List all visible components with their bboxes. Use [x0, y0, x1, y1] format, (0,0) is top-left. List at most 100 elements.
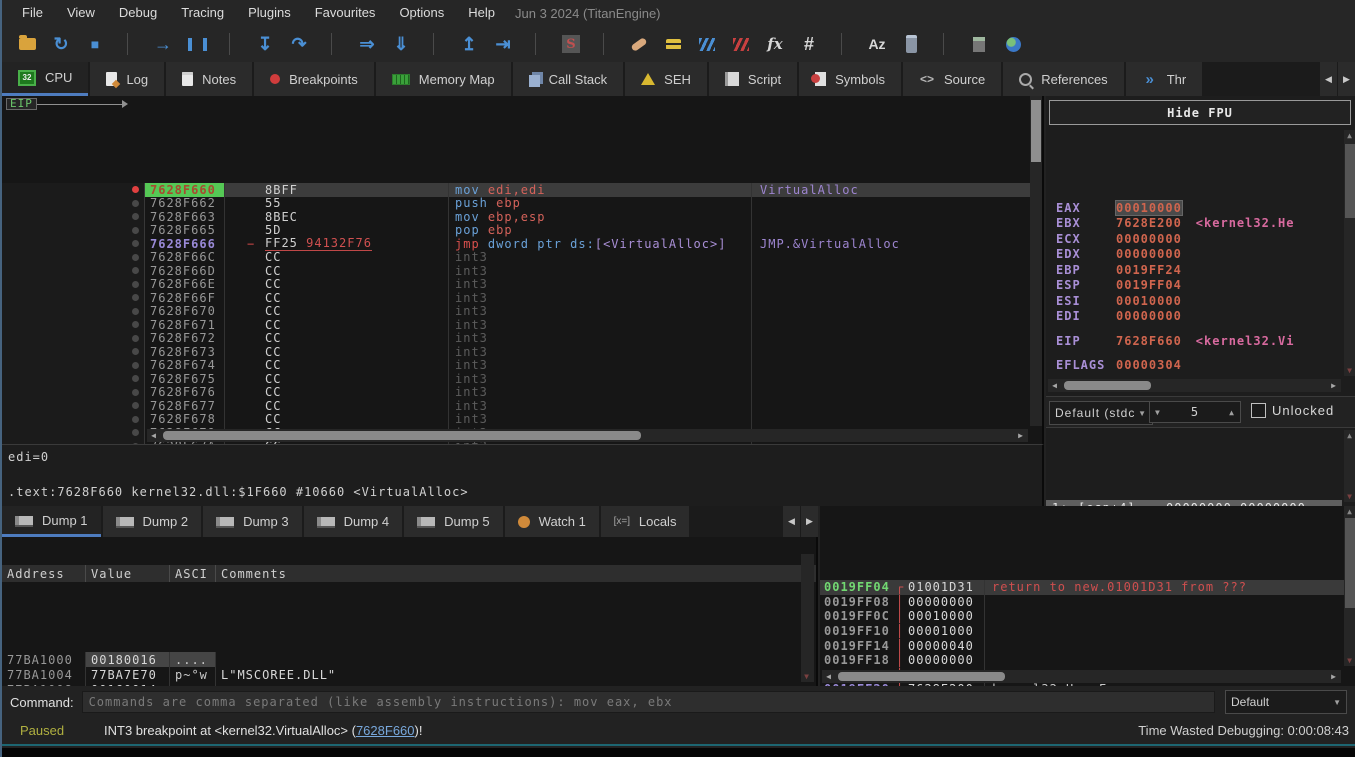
toolbar-separator[interactable]: [216, 30, 246, 58]
register-row[interactable]: [1046, 349, 1342, 358]
breakpoint-dot[interactable]: [132, 416, 139, 423]
register-row[interactable]: ECX 00000000: [1046, 231, 1342, 247]
calculator-button[interactable]: [964, 30, 994, 58]
tab-threads[interactable]: » Thr: [1126, 62, 1203, 96]
patch-button[interactable]: [624, 30, 654, 58]
arguments-vertical-scrollbar[interactable]: ▲▼: [1344, 430, 1355, 502]
menu-help[interactable]: Help: [456, 1, 507, 24]
assemble-button[interactable]: Az: [862, 30, 892, 58]
register-row[interactable]: [1046, 324, 1342, 333]
disassembly-row[interactable]: 7628F678 CC int3: [2, 413, 1042, 427]
open-file-button[interactable]: [12, 30, 42, 58]
tab-dump-5[interactable]: Dump 5: [404, 506, 503, 537]
menu-plugins[interactable]: Plugins: [236, 1, 303, 24]
register-row[interactable]: EIP 7628F660 <kernel32.Vi: [1046, 333, 1342, 349]
disassembly-row[interactable]: 7628F66D CC int3: [2, 264, 1042, 278]
disassembly-row[interactable]: 7628F673 CC int3: [2, 345, 1042, 359]
dump-vertical-scrollbar[interactable]: ▼: [801, 554, 814, 682]
stack-row[interactable]: 0019FF14 │ 00000040: [820, 638, 1355, 653]
disassembly-row[interactable]: 7628F675 CC int3: [2, 372, 1042, 386]
tab-script[interactable]: Script: [709, 62, 797, 96]
dump-row[interactable]: 77BA1004 77BA7E70 p~°w L"MSCOREE.DLL": [2, 667, 816, 682]
tab-cpu[interactable]: CPU: [2, 62, 88, 96]
hide-fpu-button[interactable]: Hide FPU: [1049, 100, 1351, 125]
disassembly-row[interactable]: 7628F66F CC int3: [2, 291, 1042, 305]
breakpoint-dot[interactable]: [132, 348, 139, 355]
highlight-red-button[interactable]: [726, 30, 756, 58]
tab-symbols[interactable]: Symbols: [799, 62, 901, 96]
breakpoint-dot[interactable]: [132, 362, 139, 369]
registers-vertical-scrollbar[interactable]: ▲▼: [1344, 130, 1355, 376]
tab-dump-4[interactable]: Dump 4: [304, 506, 403, 537]
dump-tab-scroll-right-button[interactable]: ▶: [801, 506, 818, 537]
argument-count-stepper[interactable]: ▼ 5 ▲: [1149, 401, 1241, 423]
disassembly-row[interactable]: 7628F676 CC int3: [2, 386, 1042, 400]
checkbox-icon[interactable]: [1251, 403, 1266, 418]
toolbar-separator[interactable]: [522, 30, 552, 58]
breakpoint-dot[interactable]: [132, 375, 139, 382]
register-row[interactable]: ESP 0019FF04: [1046, 278, 1342, 294]
step-into-button[interactable]: ↧: [250, 30, 280, 58]
tab-dump-3[interactable]: Dump 3: [203, 506, 302, 537]
tab-dump-1[interactable]: Dump 1: [2, 506, 101, 537]
disassembly-row[interactable]: 7628F66C CC int3: [2, 251, 1042, 265]
calling-convention-select[interactable]: Default (stdc▼: [1049, 401, 1153, 425]
tab-memory-map[interactable]: Memory Map: [376, 62, 511, 96]
step-over-button[interactable]: ↷: [284, 30, 314, 58]
source-mode-button[interactable]: S: [556, 30, 586, 58]
run-to-user-code-button[interactable]: ⇥: [488, 30, 518, 58]
stop-button[interactable]: ■: [80, 30, 110, 58]
toolbar-separator[interactable]: [828, 30, 858, 58]
register-row[interactable]: ESI 00010000: [1046, 293, 1342, 309]
disassembly-row[interactable]: 7628F671 CC int3: [2, 318, 1042, 332]
column-header-comments[interactable]: Comments: [216, 565, 816, 582]
breakpoint-dot[interactable]: [132, 186, 139, 193]
tab-locals[interactable]: [x=] Locals: [601, 506, 690, 537]
breakpoint-dot[interactable]: [132, 254, 139, 261]
disassembly-row[interactable]: 7628F665 5D pop ebp: [2, 224, 1042, 238]
column-header-ascii[interactable]: ASCI: [170, 565, 216, 582]
breakpoint-dot[interactable]: [132, 294, 139, 301]
command-profile-select[interactable]: Default▼: [1225, 690, 1347, 714]
breakpoint-dot[interactable]: [132, 429, 139, 436]
tab-scroll-right-button[interactable]: ▶: [1338, 62, 1355, 96]
breakpoint-dot[interactable]: [132, 240, 139, 247]
tab-call-stack[interactable]: Call Stack: [513, 62, 624, 96]
breakpoint-dot[interactable]: [132, 321, 139, 328]
address-link[interactable]: 7628F660: [356, 723, 415, 738]
dump-row[interactable]: 77BA1000 00180016 ....: [2, 652, 816, 667]
stack-row[interactable]: 0019FF18 │ 00000000: [820, 653, 1355, 668]
register-row[interactable]: EBX 7628E200 <kernel32.He: [1046, 216, 1342, 232]
toolbar-separator[interactable]: [930, 30, 960, 58]
menu-file[interactable]: File: [10, 1, 55, 24]
disassembly-row[interactable]: 7628F670 CC int3: [2, 305, 1042, 319]
disassembly-row[interactable]: 7628F674 CC int3: [2, 359, 1042, 373]
disassembly-row[interactable]: 7628F663 8BEC mov ebp,esp: [2, 210, 1042, 224]
stack-row[interactable]: 0019FF08 │ 00000000: [820, 595, 1355, 610]
comment-button[interactable]: [658, 30, 688, 58]
dump-row[interactable]: 77BA1008 00160014 ....: [2, 682, 816, 686]
stack-row[interactable]: 0019FF10 │ 00001000: [820, 624, 1355, 639]
disassembly-row[interactable]: 7628F662 55 push ebp: [2, 197, 1042, 211]
disassembly-horizontal-scrollbar[interactable]: ◀▶: [147, 429, 1028, 442]
registers-horizontal-scrollbar[interactable]: ◀▶: [1048, 379, 1341, 392]
pause-button[interactable]: [182, 30, 212, 58]
register-row[interactable]: EFLAGS 00000304: [1046, 358, 1342, 374]
restart-button[interactable]: ↻: [46, 30, 76, 58]
stack-vertical-scrollbar[interactable]: ▲▼: [1344, 506, 1355, 666]
command-input[interactable]: [82, 691, 1215, 713]
unlocked-checkbox[interactable]: Unlocked: [1251, 403, 1334, 418]
breakpoint-dot[interactable]: [132, 389, 139, 396]
register-row[interactable]: EAX 00010000: [1046, 200, 1342, 216]
register-row[interactable]: EDI 00000000: [1046, 309, 1342, 325]
menu-favourites[interactable]: Favourites: [303, 1, 388, 24]
column-header-address[interactable]: Address: [2, 565, 86, 582]
register-row[interactable]: EDX 00000000: [1046, 247, 1342, 263]
breakpoint-dot[interactable]: [132, 281, 139, 288]
toolbar-separator[interactable]: [114, 30, 144, 58]
toolbar-separator[interactable]: [590, 30, 620, 58]
dump-tab-scroll-left-button[interactable]: ◀: [783, 506, 800, 537]
breakpoint-dot[interactable]: [132, 200, 139, 207]
tab-notes[interactable]: Notes: [166, 62, 252, 96]
menu-tracing[interactable]: Tracing: [169, 1, 236, 24]
